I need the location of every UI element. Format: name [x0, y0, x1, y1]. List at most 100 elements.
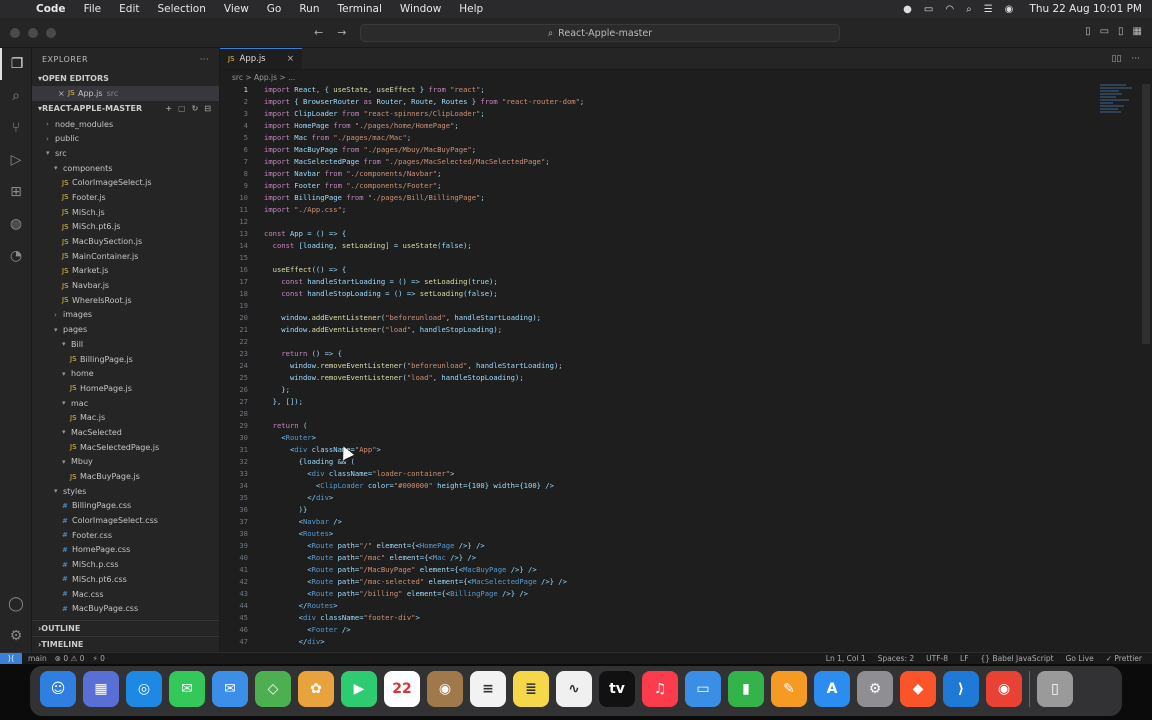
tree-file[interactable]: # Footer.css — [32, 528, 219, 543]
menubar-clock[interactable]: Thu 22 Aug 10:01 PM — [1029, 3, 1142, 15]
dock-safari-icon[interactable]: ◎ — [126, 671, 162, 707]
tree-file[interactable]: JS Navbar.js — [32, 278, 219, 293]
menu-run[interactable]: Run — [299, 3, 319, 15]
code-line[interactable]: 44 </Routes> — [220, 600, 1152, 612]
breadcrumb[interactable]: src > App.js > ... — [220, 70, 1152, 84]
code-line[interactable]: 6 import MacBuyPage from "./pages/Mbuy/Ma… — [220, 144, 1152, 156]
extensions-icon[interactable]: ⊞ — [0, 176, 32, 208]
code-line[interactable]: 11 import "./App.css"; — [220, 204, 1152, 216]
dock-vscode-icon[interactable]: ⟩ — [943, 671, 979, 707]
code-line[interactable]: 33 <div className="loader-container"> — [220, 468, 1152, 480]
record-icon[interactable]: ● — [903, 4, 912, 15]
dock-facetime-icon[interactable]: ▶ — [341, 671, 377, 707]
explorer-icon[interactable]: ❐ — [0, 48, 32, 80]
status-ports[interactable]: ⚡ 0 — [92, 654, 104, 663]
command-center-search[interactable]: ⌕ React-Apple-master — [360, 24, 840, 42]
dock-trash-icon[interactable]: ▯ — [1037, 671, 1073, 707]
status-branch[interactable]: main — [28, 654, 47, 663]
tree-file[interactable]: # BillingPage.css — [32, 499, 219, 514]
status-cursor-position[interactable]: Ln 1, Col 1 — [826, 654, 866, 663]
code-line[interactable]: 45 <div className="footer-div"> — [220, 612, 1152, 624]
tree-folder[interactable]: ▾ Bill — [32, 337, 219, 352]
code-line[interactable]: 16 useEffect(() => { — [220, 264, 1152, 276]
collapse-all-icon[interactable]: ⊟ — [204, 104, 211, 113]
dock-photos-icon[interactable]: ✿ — [298, 671, 334, 707]
menu-app-name[interactable]: Code — [36, 3, 66, 15]
code-line[interactable]: 19 — [220, 300, 1152, 312]
code-line[interactable]: 34 <ClipLoader color="#000000" height={1… — [220, 480, 1152, 492]
split-editor-icon[interactable]: ▯▯ — [1112, 54, 1122, 64]
code-line[interactable]: 1 import React, { useState, useEffect } f… — [220, 84, 1152, 96]
code-line[interactable]: 24 window.removeEventListener("beforeunl… — [220, 360, 1152, 372]
status-prettier[interactable]: ✓ Prettier — [1106, 654, 1142, 663]
new-file-icon[interactable]: + — [165, 104, 172, 113]
code-line[interactable]: 3 import ClipLoader from "react-spinners/… — [220, 108, 1152, 120]
editor-scrollbar[interactable] — [1142, 84, 1150, 344]
tree-file[interactable]: JS WhereIsRoot.js — [32, 293, 219, 308]
tree-file[interactable]: JS Mac.js — [32, 410, 219, 425]
code-line[interactable]: 9 import Footer from "./components/Footer… — [220, 180, 1152, 192]
menu-edit[interactable]: Edit — [119, 3, 139, 15]
tree-folder[interactable]: ▾ components — [32, 161, 219, 176]
tree-file[interactable]: # HomePage.css — [32, 543, 219, 558]
tree-folder[interactable]: ▾ pages — [32, 322, 219, 337]
source-control-icon[interactable]: ⑂ — [0, 112, 32, 144]
toggle-sidebar-icon[interactable]: ▯ — [1085, 26, 1091, 37]
code-line[interactable]: 18 const handleStopLoading = () => setLo… — [220, 288, 1152, 300]
tree-file[interactable]: JS MiSch.js — [32, 205, 219, 220]
forward-arrow-icon[interactable]: → — [337, 26, 346, 39]
code-line[interactable]: 4 import HomePage from "./pages/home/Home… — [220, 120, 1152, 132]
code-line[interactable]: 38 <Routes> — [220, 528, 1152, 540]
run-debug-icon[interactable]: ▷ — [0, 144, 32, 176]
toggle-panel-icon[interactable]: ▭ — [1100, 26, 1109, 37]
menu-window[interactable]: Window — [400, 3, 441, 15]
spotlight-search-icon[interactable]: ⌕ — [966, 4, 972, 15]
close-tab-icon[interactable]: × — [287, 54, 294, 64]
toggle-secondary-sidebar-icon[interactable]: ▯ — [1118, 26, 1124, 37]
tree-file[interactable]: JS Footer.js — [32, 190, 219, 205]
open-editors-section[interactable]: ▾ OPEN EDITORS — [32, 70, 219, 86]
dock-maps-icon[interactable]: ◇ — [255, 671, 291, 707]
tree-folder[interactable]: ▾ MacSelected — [32, 425, 219, 440]
zoom-window-button[interactable] — [46, 28, 56, 38]
code-line[interactable]: 43 <Route path="/billing" element={<Bill… — [220, 588, 1152, 600]
dock-chrome-icon[interactable]: ◉ — [986, 671, 1022, 707]
status-language[interactable]: {} Babel JavaScript — [981, 654, 1054, 663]
status-problems[interactable]: ⊗ 0 ⚠ 0 — [55, 654, 85, 663]
code-line[interactable]: 13 const App = () => { — [220, 228, 1152, 240]
code-line[interactable]: 29 return ( — [220, 420, 1152, 432]
live-share-icon[interactable]: ◔ — [0, 240, 32, 272]
wifi-icon[interactable]: ◠ — [945, 4, 954, 15]
code-line[interactable]: 46 <Footer /> — [220, 624, 1152, 636]
tab-app-js[interactable]: JS App.js × — [220, 48, 302, 69]
code-line[interactable]: 25 window.removeEventListener("load", ha… — [220, 372, 1152, 384]
minimize-window-button[interactable] — [28, 28, 38, 38]
code-line[interactable]: 2 import { BrowserRouter as Router, Route… — [220, 96, 1152, 108]
code-line[interactable]: 28 — [220, 408, 1152, 420]
code-line[interactable]: 22 — [220, 336, 1152, 348]
new-folder-icon[interactable]: ▢ — [178, 104, 186, 113]
code-line[interactable]: 35 </div> — [220, 492, 1152, 504]
outline-section[interactable]: › OUTLINE — [32, 620, 219, 636]
tree-file[interactable]: JS MainContainer.js — [32, 249, 219, 264]
battery-icon[interactable]: ▭ — [924, 4, 933, 15]
menu-view[interactable]: View — [224, 3, 249, 15]
tree-file[interactable]: JS MacSelectedPage.js — [32, 440, 219, 455]
tree-file[interactable]: JS BillingPage.js — [32, 352, 219, 367]
timeline-section[interactable]: › TIMELINE — [32, 636, 219, 652]
code-line[interactable]: 39 <Route path="/" element={<HomePage />… — [220, 540, 1152, 552]
tree-folder[interactable]: ▾ styles — [32, 484, 219, 499]
tree-file[interactable]: # MiSch.p.css — [32, 557, 219, 572]
remote-explorer-icon[interactable]: ◍ — [0, 208, 32, 240]
code-line[interactable]: 32 {loading && ( — [220, 456, 1152, 468]
dock-pages-icon[interactable]: ✎ — [771, 671, 807, 707]
menu-go[interactable]: Go — [267, 3, 282, 15]
tree-folder[interactable]: › public — [32, 131, 219, 146]
tree-folder[interactable]: ▾ src — [32, 146, 219, 161]
menu-terminal[interactable]: Terminal — [338, 3, 382, 15]
remote-indicator-icon[interactable]: ⟩⟨ — [0, 652, 22, 664]
tree-file[interactable]: # ColorImageSelect.css — [32, 513, 219, 528]
status-encoding[interactable]: UTF-8 — [926, 654, 948, 663]
close-editor-icon[interactable]: × — [58, 89, 68, 98]
dock-app-store-icon[interactable]: A — [814, 671, 850, 707]
